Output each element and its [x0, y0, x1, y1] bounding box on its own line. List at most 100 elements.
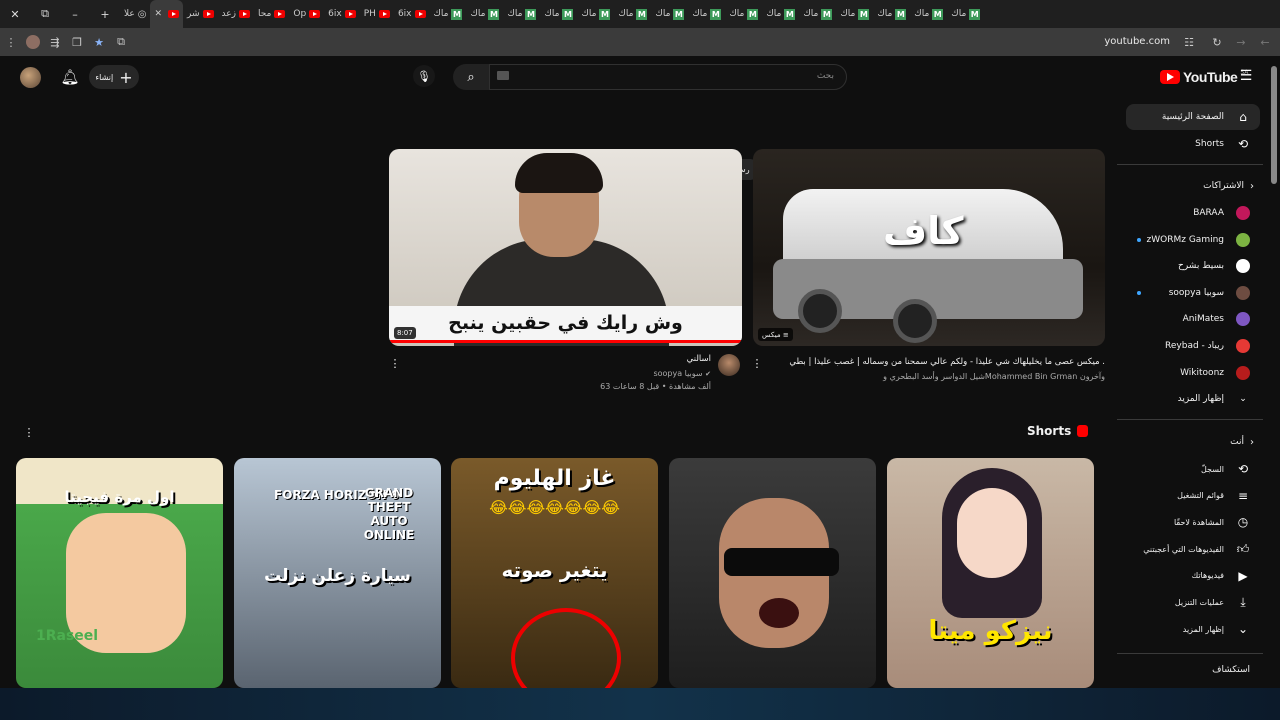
notifications-bell-icon[interactable]: 🔔︎ [60, 67, 80, 87]
close-tab-icon[interactable]: ✕ [154, 9, 162, 19]
minimize-window-icon[interactable]: – [60, 0, 90, 28]
short-card[interactable]: غاز الهليوم 😂😂😂😂😂😂😂 يتغير صوته [451, 458, 658, 688]
m-icon: M [747, 8, 759, 20]
new-tab-icon[interactable]: + [90, 0, 120, 28]
sidebar-home[interactable]: الصفحة الرئيسية ⌂ [1162, 106, 1250, 128]
sidebar-you-header[interactable]: أنت › [1230, 431, 1254, 453]
keyboard-icon[interactable] [497, 71, 509, 80]
browser-tab[interactable]: ماك M [688, 0, 725, 28]
you-item-label: إظهار المزيد [1182, 624, 1224, 634]
sidebar-subscription-item[interactable]: Reybad - ريباد [1165, 335, 1250, 357]
tab-label: ماك [581, 9, 597, 19]
browser-tab[interactable]: ماك M [725, 0, 762, 28]
video-title[interactable]: ميكس عصى ما يخليلهاك شي عليذا - ولكم عال… [753, 357, 1105, 367]
sidebar-show-more[interactable]: إظهار المزيد ⌄ [1178, 388, 1250, 410]
youtube-logo[interactable]: YouTube SA [1160, 69, 1248, 85]
forward-icon[interactable]: ← [1254, 28, 1276, 56]
sidebar-you-item[interactable]: قوائم التشغيل ≡ [1177, 485, 1250, 507]
search-input[interactable]: بحث [489, 64, 847, 90]
channel-row[interactable]: soopya سوبيا ✔︎ [400, 369, 711, 378]
browser-tab[interactable]: محا [254, 0, 289, 28]
sidebar-you-item[interactable]: المشاهدة لاحقًا ◷ [1174, 511, 1250, 533]
browser-tab[interactable]: علا ◎ [120, 0, 150, 28]
short-caption-2: يتغير صوته [501, 558, 608, 582]
voice-search-mic-icon[interactable]: 🎙︎ [413, 65, 435, 87]
browser-tab[interactable]: ماك M [503, 0, 540, 28]
profile-avatar[interactable] [22, 28, 44, 56]
browser-tab[interactable]: ماك M [947, 0, 984, 28]
sidebar-you-item[interactable]: السجلّ ⟲ [1201, 458, 1250, 480]
browser-tab[interactable]: ماك M [799, 0, 836, 28]
browser-tab[interactable]: ماك M [430, 0, 467, 28]
browser-tab[interactable]: ماك M [651, 0, 688, 28]
back-icon[interactable]: → [1230, 28, 1252, 56]
sidebar-you-item[interactable]: الفيديوهات التي أعجبتني 👍︎ [1143, 538, 1250, 560]
url-text[interactable]: youtube.com [1104, 36, 1170, 47]
sidebar-you-item[interactable]: فيديوهاتك ▶ [1192, 565, 1250, 587]
channel-name: soopya سوبيا [653, 369, 703, 378]
video-meta[interactable]: شيل الدواسر وأسد البطحري وMohammed Bin G… [753, 372, 1105, 381]
close-window-icon[interactable]: ✕ [0, 0, 30, 28]
browser-tab[interactable]: ماك M [466, 0, 503, 28]
reload-icon[interactable]: ↻ [1206, 28, 1228, 56]
sidebar-subscription-item[interactable]: Wikitoonz [1180, 362, 1250, 384]
tab-label: محا [258, 9, 272, 19]
tab-label: ماك [655, 9, 671, 19]
chrome-icon: ◎ [137, 8, 147, 20]
short-card[interactable]: اول مرة فيجيتا 1Raseel [16, 458, 223, 688]
sidebar-item-shorts[interactable]: Shorts ⟲ [1195, 133, 1250, 155]
you-item-label: قوائم التشغيل [1177, 491, 1224, 501]
more-options-icon[interactable]: ⋮ [752, 356, 763, 370]
install-icon[interactable]: ⧉ [110, 28, 132, 56]
sidebar-you-item[interactable]: إظهار المزيد ⌄ [1183, 618, 1250, 640]
hamburger-menu-icon[interactable]: ☰ [1237, 67, 1255, 85]
tab-label: شر [187, 9, 200, 19]
browser-tab[interactable]: PH [360, 0, 394, 28]
more-options-icon[interactable]: ⋮ [390, 356, 401, 370]
browser-tab[interactable]: ماك M [873, 0, 910, 28]
browser-tab[interactable]: ماك M [577, 0, 614, 28]
sidebar-you-item[interactable]: عمليات التنزيل ⤓ [1175, 592, 1250, 614]
shorts-more-options-icon[interactable]: ⋮ [24, 425, 35, 439]
browser-tab[interactable]: ماك M [614, 0, 651, 28]
scrollbar-thumb[interactable] [1271, 66, 1277, 184]
create-button[interactable]: إنشاء + [89, 65, 139, 89]
sidebar-subscription-item[interactable]: بسيط بشرح [1178, 255, 1250, 277]
you-item-label: المشاهدة لاحقًا [1173, 517, 1224, 527]
short-card[interactable]: نيزكو ميتا [887, 458, 1094, 688]
sidebar-subscription-item[interactable]: AniMates [1183, 308, 1250, 330]
subscription-name: BARAA [1193, 208, 1224, 218]
search-button[interactable]: ⌕ [453, 64, 489, 90]
short-card[interactable] [669, 458, 876, 688]
sidebar-subscription-item[interactable]: soopya سوبيا [1169, 282, 1250, 304]
subscription-name: بسيط بشرح [1178, 261, 1224, 272]
browser-tab[interactable]: شر [183, 0, 218, 28]
browser-tab[interactable]: ماك M [762, 0, 799, 28]
browser-tab[interactable]: ✕ [150, 0, 184, 28]
sidebar-subscriptions-header[interactable]: الاشتراكات › [1203, 175, 1254, 197]
short-card[interactable]: FORZA HORIZON 6 GRAND THEFT AUTO ONLINE … [234, 458, 441, 688]
extensions-icon[interactable]: ⇶ [44, 28, 66, 56]
sidebar-subscription-item[interactable]: BARAA [1193, 202, 1250, 224]
tune-icon[interactable]: ☷ [1178, 28, 1200, 56]
browser-tab[interactable]: 6ix [324, 0, 360, 28]
sidebar-subscription-item[interactable]: zWORMz Gaming [1147, 229, 1250, 251]
video-thumbnail[interactable]: كاف ميكس ≡ [753, 149, 1105, 346]
home-icon: ⌂ [1239, 110, 1247, 124]
account-avatar[interactable] [20, 67, 41, 88]
browser-tab[interactable]: 6ix [394, 0, 430, 28]
browser-tab[interactable]: زعد [218, 0, 254, 28]
browser-tab[interactable]: Op [289, 0, 324, 28]
sidebar-shorts-label: Shorts [1195, 139, 1224, 149]
tab-label: ماك [507, 9, 523, 19]
browser-tab[interactable]: ماك M [910, 0, 947, 28]
video-thumbnail[interactable]: وش رايك في حقبين ينبح 8:07 [389, 149, 742, 346]
channel-avatar[interactable] [718, 354, 740, 376]
browser-tab[interactable]: ماك M [836, 0, 873, 28]
video-title[interactable]: اسالني [400, 354, 711, 364]
menu-dots-icon[interactable]: ⋮ [0, 28, 22, 56]
restore-window-icon[interactable]: ⧉ [30, 0, 60, 28]
puzzle-icon[interactable]: ❐ [66, 28, 88, 56]
browser-tab[interactable]: ماك M [540, 0, 577, 28]
bookmark-star-icon[interactable]: ★ [88, 28, 110, 56]
